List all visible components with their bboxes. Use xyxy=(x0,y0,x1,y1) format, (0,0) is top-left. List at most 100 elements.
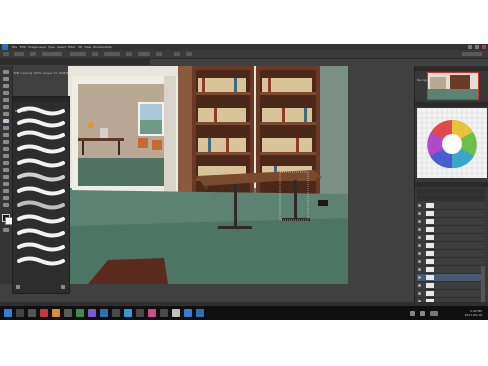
flow-field[interactable] xyxy=(104,52,120,56)
close-icon[interactable] xyxy=(482,45,486,49)
taskbar-app-icon[interactable] xyxy=(148,309,156,317)
photoshop-window: File Edit Image Layer Type Select Filter… xyxy=(0,44,488,320)
brush-settings-toggle[interactable] xyxy=(30,52,36,56)
visibility-eye-icon[interactable] xyxy=(418,244,421,247)
pressure-size-toggle[interactable] xyxy=(174,52,180,56)
taskbar-clock[interactable]: 3:44 PM 2017-09-19 xyxy=(462,309,482,317)
visibility-eye-icon[interactable] xyxy=(418,236,421,239)
brush-panel-new-icon[interactable] xyxy=(16,285,20,289)
task-view-icon[interactable] xyxy=(28,309,36,317)
layer-row[interactable] xyxy=(417,226,485,234)
visibility-eye-icon[interactable] xyxy=(418,252,421,255)
taskbar-app-icon[interactable] xyxy=(136,309,144,317)
taskbar-app-icon[interactable] xyxy=(124,309,132,317)
smoothing-field[interactable] xyxy=(138,52,150,56)
symmetry-icon[interactable] xyxy=(186,52,192,56)
quick-mask-icon[interactable] xyxy=(3,228,9,232)
layers-scrollbar[interactable] xyxy=(481,266,485,306)
history-brush-tool-icon[interactable] xyxy=(3,133,9,137)
taskbar-app-icon[interactable] xyxy=(160,309,168,317)
layer-row[interactable] xyxy=(417,258,485,266)
brush-panel-delete-icon[interactable] xyxy=(61,285,65,289)
layer-row[interactable] xyxy=(417,282,485,290)
dodge-tool-icon[interactable] xyxy=(3,161,9,165)
maximize-icon[interactable] xyxy=(475,45,479,49)
taskbar-app-icon[interactable] xyxy=(196,309,204,317)
navigator-panel-header: Navigator xyxy=(415,66,488,82)
brush-tool-icon[interactable] xyxy=(3,119,9,123)
start-button-icon[interactable] xyxy=(4,309,12,317)
layer-row[interactable] xyxy=(417,250,485,258)
taskbar-app-icon[interactable] xyxy=(76,309,84,317)
volume-icon[interactable] xyxy=(420,311,425,316)
smoothing-options-icon[interactable] xyxy=(156,52,162,56)
navigator-thumbnail[interactable] xyxy=(427,72,479,100)
move-tool-icon[interactable] xyxy=(3,70,9,74)
taskbar-app-icon[interactable] xyxy=(112,309,120,317)
crop-tool-icon[interactable] xyxy=(3,98,9,102)
layer-thumbnail xyxy=(426,275,434,280)
layers-list[interactable] xyxy=(415,202,488,318)
layers-filter-bar[interactable] xyxy=(417,188,485,194)
language-indicator[interactable] xyxy=(430,311,438,316)
quick-select-tool-icon[interactable] xyxy=(3,91,9,95)
taskbar-app-icon[interactable] xyxy=(184,309,192,317)
visibility-eye-icon[interactable] xyxy=(418,228,421,231)
eraser-tool-icon[interactable] xyxy=(3,140,9,144)
taskbar-app-icon[interactable] xyxy=(52,309,60,317)
layer-row[interactable] xyxy=(417,210,485,218)
brush-size-picker[interactable] xyxy=(14,52,24,56)
visibility-eye-icon[interactable] xyxy=(418,220,421,223)
taskbar-app-icon[interactable] xyxy=(40,309,48,317)
workspace-switcher[interactable] xyxy=(462,52,482,56)
search-icon[interactable] xyxy=(16,309,24,317)
blur-tool-icon[interactable] xyxy=(3,154,9,158)
opacity-field[interactable] xyxy=(70,52,86,56)
visibility-eye-icon[interactable] xyxy=(418,292,421,295)
minimize-icon[interactable] xyxy=(468,45,472,49)
visibility-eye-icon[interactable] xyxy=(418,260,421,263)
document-tab[interactable]: LOCATION 1.psd @ 100% (Layer 17, RGB/8) xyxy=(0,59,150,75)
gradient-tool-icon[interactable] xyxy=(3,147,9,151)
eyedropper-tool-icon[interactable] xyxy=(3,105,9,109)
zoom-tool-icon[interactable] xyxy=(3,203,9,207)
healing-tool-icon[interactable] xyxy=(3,112,9,116)
color-wheel-panel[interactable] xyxy=(417,108,487,178)
visibility-eye-icon[interactable] xyxy=(418,268,421,271)
airbrush-toggle[interactable] xyxy=(126,52,132,56)
visibility-eye-icon[interactable] xyxy=(418,276,421,279)
layer-row[interactable] xyxy=(417,242,485,250)
layer-row[interactable] xyxy=(417,290,485,298)
layer-row[interactable] xyxy=(417,202,485,210)
visibility-eye-icon[interactable] xyxy=(418,204,421,207)
path-select-tool-icon[interactable] xyxy=(3,182,9,186)
right-panel-dock: Navigator Swatches xyxy=(414,66,488,320)
clone-stamp-tool-icon[interactable] xyxy=(3,126,9,130)
tool-preset-picker[interactable] xyxy=(3,52,9,56)
taskbar-app-icon[interactable] xyxy=(64,309,72,317)
taskbar-app-icon[interactable] xyxy=(88,309,96,317)
layer-row[interactable] xyxy=(417,218,485,226)
brush-preset-list[interactable] xyxy=(13,103,69,281)
visibility-eye-icon[interactable] xyxy=(418,284,421,287)
mode-dropdown[interactable] xyxy=(42,52,62,56)
pressure-opacity-toggle[interactable] xyxy=(92,52,98,56)
layer-thumbnail xyxy=(426,291,434,296)
visibility-eye-icon[interactable] xyxy=(418,212,421,215)
shape-tool-icon[interactable] xyxy=(3,189,9,193)
marquee-tool-icon[interactable] xyxy=(3,77,9,81)
document-canvas[interactable] xyxy=(68,66,348,284)
lasso-tool-icon[interactable] xyxy=(3,84,9,88)
taskbar-app-icon[interactable] xyxy=(172,309,180,317)
layer-row-selected[interactable] xyxy=(417,274,485,282)
hand-tool-icon[interactable] xyxy=(3,196,9,200)
color-wheel[interactable] xyxy=(417,108,487,178)
layers-blend-opacity-bar[interactable] xyxy=(417,195,485,201)
pen-tool-icon[interactable] xyxy=(3,168,9,172)
layer-row[interactable] xyxy=(417,266,485,274)
network-icon[interactable] xyxy=(410,311,415,316)
layers-panel-header: Layers xyxy=(415,182,488,198)
layer-row[interactable] xyxy=(417,234,485,242)
photoshop-taskbar-icon[interactable] xyxy=(100,309,108,317)
type-tool-icon[interactable] xyxy=(3,175,9,179)
